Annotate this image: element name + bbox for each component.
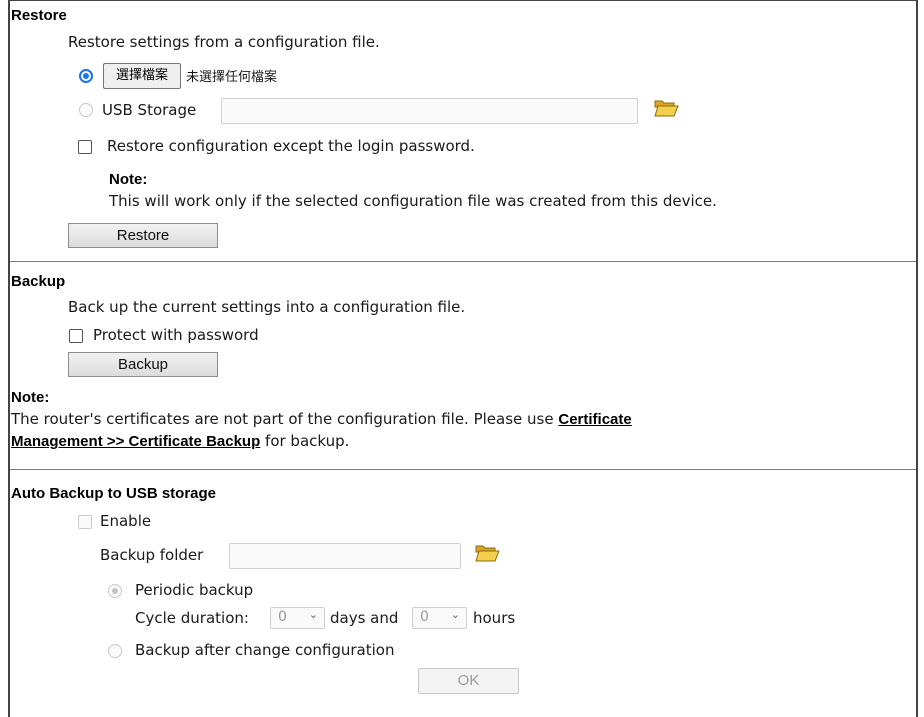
backup-folder-input[interactable] bbox=[229, 543, 461, 569]
backup-button[interactable]: Backup bbox=[68, 352, 218, 377]
auto-backup-section-title: Auto Backup to USB storage bbox=[11, 485, 217, 502]
periodic-backup-label: Periodic backup bbox=[135, 581, 254, 599]
backup-note-line2: Management >> Certificate Backup for bac… bbox=[11, 432, 349, 450]
except-password-checkbox[interactable] bbox=[78, 140, 92, 154]
backup-folder-label: Backup folder bbox=[100, 546, 204, 564]
usb-storage-label: USB Storage bbox=[102, 101, 197, 119]
chevron-down-icon: ⌄ bbox=[450, 608, 460, 621]
usb-storage-radio[interactable] bbox=[79, 103, 93, 117]
certificate-backup-link[interactable]: Management >> Certificate Backup bbox=[11, 433, 260, 450]
restore-note-title: Note: bbox=[109, 171, 148, 188]
no-file-chosen-text: 未選擇任何檔案 bbox=[186, 70, 278, 85]
ok-button[interactable]: OK bbox=[418, 668, 519, 694]
separator-1 bbox=[10, 261, 916, 262]
days-select[interactable]: 0 ⌄ bbox=[270, 607, 325, 629]
chevron-down-icon: ⌄ bbox=[308, 608, 318, 621]
hours-label: hours bbox=[473, 609, 516, 627]
protect-password-checkbox[interactable] bbox=[69, 329, 83, 343]
days-and-label: days and bbox=[330, 609, 399, 627]
restore-button[interactable]: Restore bbox=[68, 223, 218, 248]
restore-file-radio[interactable] bbox=[79, 69, 93, 83]
restore-description: Restore settings from a configuration fi… bbox=[68, 33, 380, 51]
enable-checkbox[interactable] bbox=[78, 515, 92, 529]
usb-storage-input[interactable] bbox=[221, 98, 638, 124]
backup-description: Back up the current settings into a conf… bbox=[68, 298, 466, 316]
except-password-label: Restore configuration except the login p… bbox=[107, 137, 475, 155]
separator-2 bbox=[10, 469, 916, 470]
backup-note-text: The router's certificates are not part o… bbox=[11, 410, 559, 428]
certificate-link-part1[interactable]: Certificate bbox=[558, 411, 631, 428]
restore-note-text: This will work only if the selected conf… bbox=[109, 192, 717, 210]
after-change-label: Backup after change configuration bbox=[135, 641, 395, 659]
hours-value: 0 bbox=[420, 609, 429, 625]
folder-open-icon[interactable] bbox=[474, 541, 500, 563]
backup-note-suffix: for backup. bbox=[260, 432, 350, 450]
hours-select[interactable]: 0 ⌄ bbox=[412, 607, 467, 629]
enable-label: Enable bbox=[100, 512, 152, 530]
cycle-duration-label: Cycle duration: bbox=[135, 609, 249, 627]
protect-password-label: Protect with password bbox=[93, 326, 259, 344]
folder-open-icon[interactable] bbox=[653, 96, 679, 118]
after-change-radio[interactable] bbox=[108, 644, 122, 658]
periodic-backup-radio[interactable] bbox=[108, 584, 122, 598]
choose-file-button[interactable]: 選擇檔案 bbox=[103, 63, 181, 89]
backup-section-title: Backup bbox=[11, 273, 66, 290]
backup-note-line1: The router's certificates are not part o… bbox=[11, 410, 632, 428]
days-value: 0 bbox=[278, 609, 287, 625]
backup-note-title: Note: bbox=[11, 389, 50, 406]
restore-section-title: Restore bbox=[11, 7, 67, 24]
